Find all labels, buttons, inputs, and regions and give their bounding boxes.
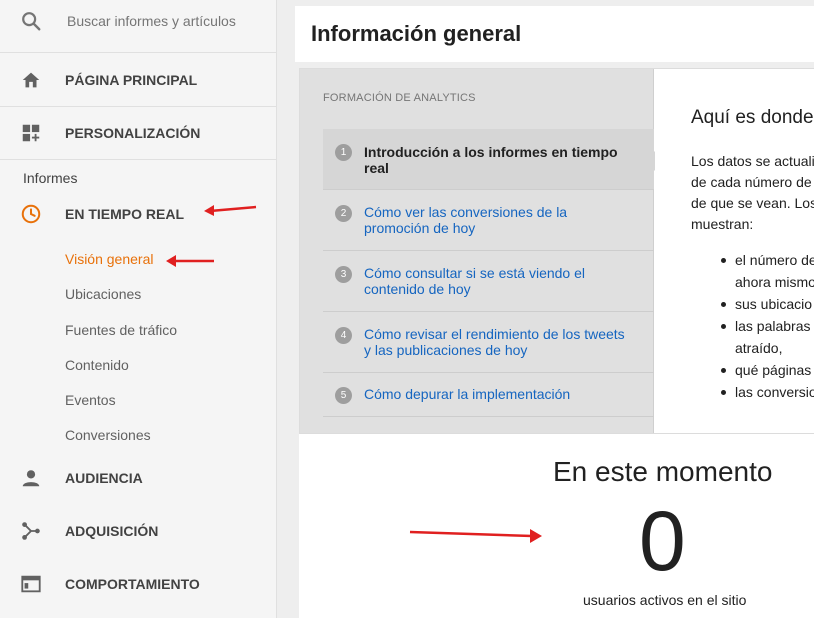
list-item: las conversio [691,381,814,403]
lesson-number: 2 [335,205,352,222]
nav-item-label: PÁGINA PRINCIPAL [65,72,198,88]
lesson-link[interactable]: Cómo revisar el rendimiento de los tweet… [364,326,634,358]
lesson-item-3[interactable]: 3 Cómo consultar si se está viendo el co… [323,251,654,312]
sidebar: Buscar informes y artículos PÁGINA PRINC… [0,0,277,618]
training-card: FORMACIÓN DE ANALYTICS 1 Introducción a … [299,68,814,434]
active-users-caption: usuarios activos en el sitio [583,592,747,608]
training-lessons-panel: FORMACIÓN DE ANALYTICS 1 Introducción a … [300,69,654,433]
realtime-title: En este momento [553,456,773,487]
section-heading-reports: Informes [23,170,78,186]
nav-item-behavior[interactable]: COMPORTAMIENTO [0,558,277,611]
page-title: Información general [311,21,522,46]
list-item-continuation: atraído, [735,340,783,356]
acquisition-icon [22,522,40,540]
dashboard-plus-icon [22,124,40,142]
search-input[interactable]: Buscar informes y artículos [67,13,236,29]
person-icon [22,470,40,487]
training-detail-text: Los datos se actuali de cada número de d… [691,153,814,232]
lesson-number: 4 [335,327,352,344]
lesson-link[interactable]: Cómo consultar si se está viendo el cont… [364,265,634,297]
behavior-window-icon [21,575,41,593]
list-item: las palabras [691,315,814,337]
clock-icon [21,204,41,224]
sub-item-content[interactable]: Contenido [65,357,129,373]
search-icon [22,12,41,31]
nav-item-acquisition[interactable]: ADQUISICIÓN [0,505,277,558]
training-detail-panel: Aquí es donde Los datos se actuali de ca… [655,69,814,433]
list-item: sus ubicacio [691,293,814,315]
nav-item-label: COMPORTAMIENTO [65,576,200,592]
lesson-link[interactable]: Cómo depurar la implementación [364,386,634,402]
nav-item-label: PERSONALIZACIÓN [65,125,201,141]
nav-item-customization[interactable]: PERSONALIZACIÓN [0,107,277,160]
nav-item-label: AUDIENCIA [65,470,143,486]
nav-item-label: ADQUISICIÓN [65,523,159,539]
lesson-number: 3 [335,266,352,283]
nav-item-home[interactable]: PÁGINA PRINCIPAL [0,54,277,107]
page-header: Información general [295,6,814,62]
annotation-arrow-overview [166,255,214,267]
sub-item-locations[interactable]: Ubicaciones [65,286,141,302]
training-detail-title: Aquí es donde [691,107,814,128]
search-bar[interactable]: Buscar informes y artículos [0,0,277,53]
lesson-item-5[interactable]: 5 Cómo depurar la implementación [323,373,654,417]
list-item: qué páginas [691,359,814,381]
realtime-card: En este momento 0 usuarios activos en el… [299,434,814,618]
list-item-continuation: ahora mismo [735,274,814,290]
lesson-text: Introducción a los informes en tiempo re… [364,144,618,176]
sub-item-conversions[interactable]: Conversiones [65,427,151,443]
active-users-count: 0 [639,494,686,588]
list-item: el número de [691,249,814,271]
sub-item-overview[interactable]: Visión general [65,251,153,267]
home-icon [22,72,40,88]
sub-item-traffic-sources[interactable]: Fuentes de tráfico [65,322,177,338]
annotation-arrow-active-users [409,529,542,543]
training-detail-list: el número de ahora mismo sus ubicacio la… [691,249,814,403]
nav-item-label: EN TIEMPO REAL [65,206,185,222]
annotation-arrow-realtime [204,205,257,216]
lesson-item-1[interactable]: 1 Introducción a los informes en tiempo … [323,129,654,190]
lesson-item-2[interactable]: 2 Cómo ver las conversiones de la promoc… [323,190,654,251]
training-heading: FORMACIÓN DE ANALYTICS [323,92,476,104]
lesson-number: 5 [335,387,352,404]
lesson-number: 1 [335,144,352,161]
sub-item-events[interactable]: Eventos [65,392,116,408]
nav-item-audience[interactable]: AUDIENCIA [0,452,277,505]
lesson-link[interactable]: Cómo ver las conversiones de la promoció… [364,204,634,236]
lesson-item-4[interactable]: 4 Cómo revisar el rendimiento de los twe… [323,312,654,373]
